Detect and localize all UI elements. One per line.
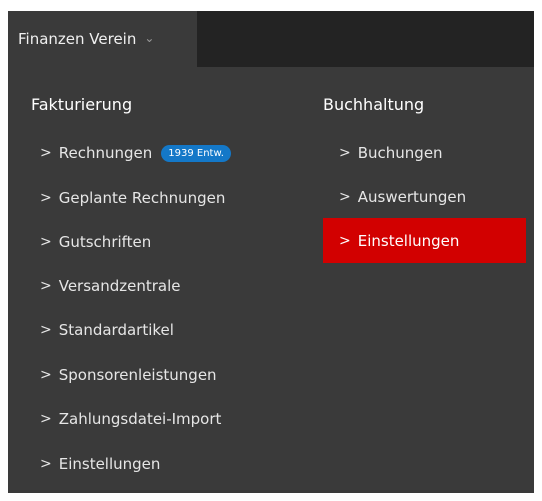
finanzen-verein-menu-tab[interactable]: Finanzen Verein ⌄ [8,11,197,67]
menu-item-versandzentrale[interactable]: > Versandzentrale [40,277,181,295]
top-menu-bar: Finanzen Verein ⌄ [8,11,534,67]
chevron-right-icon: > [40,145,52,161]
menu-item-label: Gutschriften [58,233,152,251]
menu-item-buchungen[interactable]: > Buchungen [339,144,443,162]
menu-item-gutschriften[interactable]: > Gutschriften [40,233,151,251]
menu-item-label: Versandzentrale [58,277,181,295]
menu-item-label: Geplante Rechnungen [58,189,226,207]
menu-item-sponsorenleistungen[interactable]: > Sponsorenleistungen [40,366,217,384]
menu-item-label: Einstellungen [58,455,161,473]
menu-item-rechnungen[interactable]: > Rechnungen 1939 Entw. [40,144,231,162]
menu-item-buchhaltung-einstellungen[interactable]: > Einstellungen [323,218,526,263]
chevron-right-icon: > [40,234,52,250]
buchhaltung-heading: Buchhaltung [323,95,425,114]
tab-label: Finanzen Verein [18,30,137,48]
menu-item-label: Zahlungsdatei-Import [58,410,222,428]
mega-menu-panel: Fakturierung > Rechnungen 1939 Entw. > G… [8,67,534,493]
menu-item-label: Standardartikel [58,321,174,339]
chevron-right-icon: > [40,190,52,206]
menu-item-zahlungsdatei-import[interactable]: > Zahlungsdatei-Import [40,410,221,428]
chevron-down-icon: ⌄ [144,31,155,45]
menu-item-label: Buchungen [357,144,443,162]
chevron-right-icon: > [339,232,351,249]
chevron-right-icon: > [339,145,351,161]
menu-item-standardartikel[interactable]: > Standardartikel [40,321,174,339]
menu-item-label: Sponsorenleistungen [58,366,217,384]
menu-item-label: Auswertungen [357,188,467,206]
draft-count-badge: 1939 Entw. [161,144,231,162]
chevron-right-icon: > [40,411,52,427]
menu-item-label: Rechnungen [58,144,153,162]
menu-item-label: Einstellungen [357,231,460,250]
chevron-right-icon: > [40,367,52,383]
menu-item-auswertungen[interactable]: > Auswertungen [339,188,466,206]
chevron-right-icon: > [339,189,351,205]
chevron-right-icon: > [40,278,52,294]
menu-item-fakturierung-einstellungen[interactable]: > Einstellungen [40,455,160,473]
menu-item-geplante-rechnungen[interactable]: > Geplante Rechnungen [40,189,225,207]
chevron-right-icon: > [40,456,52,472]
active-menu-highlight: > Einstellungen [323,218,526,263]
fakturierung-heading: Fakturierung [31,95,133,114]
chevron-right-icon: > [40,322,52,338]
